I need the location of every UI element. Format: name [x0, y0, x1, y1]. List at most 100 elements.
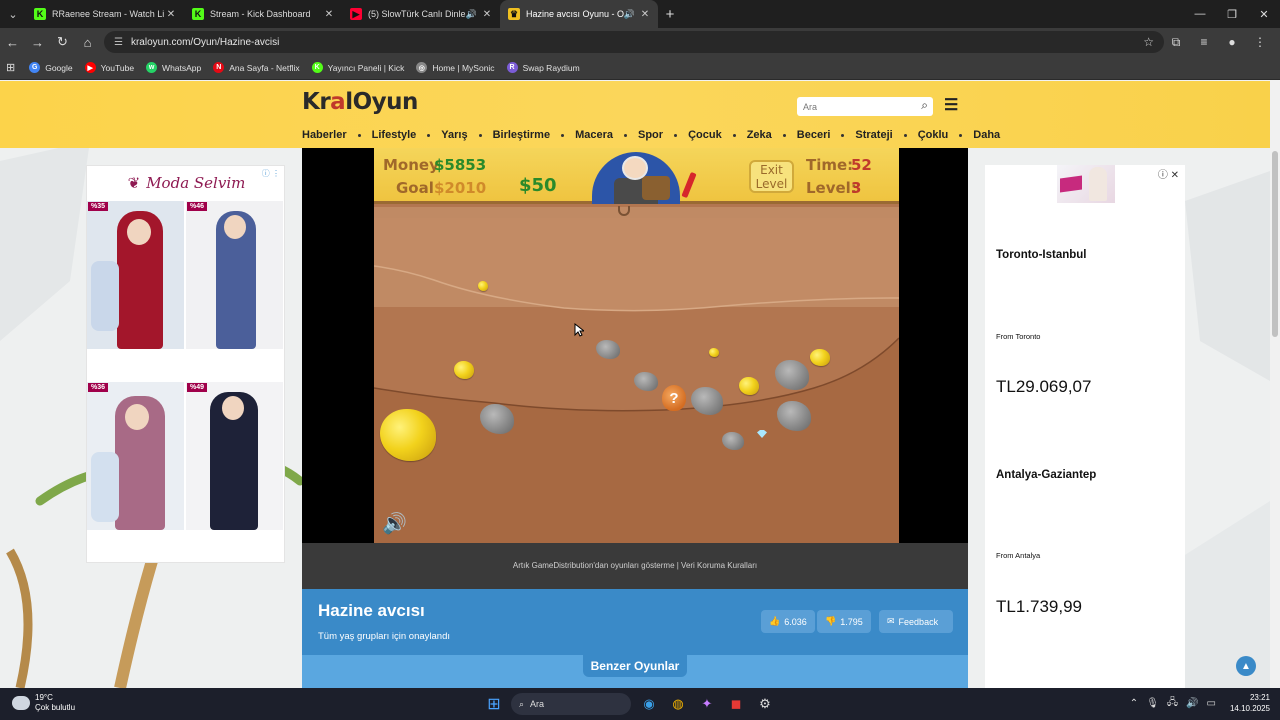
bookmark-item[interactable]: w WhatsApp: [146, 62, 201, 73]
bookmark-item[interactable]: G Google: [29, 62, 73, 73]
bookmark-item[interactable]: ◎ Home | MySonic: [416, 62, 495, 73]
logo-text: Kr: [302, 89, 331, 115]
ad-product-tile[interactable]: %35: [87, 201, 184, 349]
taskbar-search[interactable]: ⌕ Ara: [511, 693, 631, 715]
nav-link[interactable]: Çoklu: [918, 129, 949, 141]
browser-tab[interactable]: K Stream - Kick Dashboard ✕: [184, 0, 342, 28]
nav-link[interactable]: Zeka: [747, 129, 772, 141]
copilot-icon[interactable]: ✦: [695, 692, 719, 716]
nav-link[interactable]: Strateji: [855, 129, 892, 141]
nav-link[interactable]: Haberler: [302, 129, 347, 141]
extensions-icon[interactable]: ⧉: [1162, 35, 1190, 50]
scrollbar-thumb[interactable]: [1272, 151, 1278, 337]
game-canvas[interactable]: Money $5853 Goal $2010 $50 Exit Level Ti…: [374, 148, 899, 543]
nav-separator: [624, 133, 627, 137]
nav-link[interactable]: Macera: [575, 129, 613, 141]
taskbar-clock[interactable]: 23:21 14.10.2025: [1230, 692, 1270, 714]
volume-icon[interactable]: 🔊: [1186, 698, 1198, 709]
dynamite-icon[interactable]: [681, 171, 697, 199]
scroll-to-top-button[interactable]: ▲: [1236, 656, 1256, 676]
tab-close-icon[interactable]: ✕: [638, 9, 652, 20]
logo-text: lOyun: [345, 89, 418, 115]
nav-link[interactable]: Çocuk: [688, 129, 722, 141]
gamedistribution-notice[interactable]: Artık GameDistribution'dan oyunları göst…: [302, 543, 968, 589]
chrome-browser-icon[interactable]: ◍: [666, 692, 690, 716]
bookmark-favicon-icon: ▶: [84, 62, 96, 73]
nav-link[interactable]: Yarış: [441, 129, 467, 141]
page-scrollbar[interactable]: [1270, 81, 1280, 688]
ad-left-moda-selvim[interactable]: ❦ Moda Selvim ⓘ ⋮ %35 %46 %36 %49: [86, 165, 285, 563]
apps-grid-icon[interactable]: ⊞: [6, 61, 15, 74]
nav-separator: [732, 133, 736, 137]
site-header: KralOyun Ara ⌕ ☰ Haberler Lifestyle Yarış B…: [0, 81, 1270, 148]
nav-link[interactable]: Beceri: [797, 129, 831, 141]
nav-separator: [427, 133, 431, 137]
tab-close-icon[interactable]: ✕: [480, 9, 494, 20]
media-controls-icon[interactable]: ≡: [1190, 35, 1218, 49]
site-info-icon[interactable]: ☰: [114, 37, 123, 48]
ad-right-flights[interactable]: ⓘ ✕ Toronto-Istanbul From Toronto TL29.0…: [985, 165, 1185, 688]
network-icon[interactable]: 🖧: [1167, 695, 1178, 712]
goal-label: Goal: [396, 179, 434, 197]
bookmark-star-icon[interactable]: ☆: [1143, 35, 1154, 49]
tab-search-chevron-icon[interactable]: ⌄: [0, 0, 26, 28]
gold-nugget-large: [380, 409, 436, 461]
site-search-input[interactable]: Ara ⌕: [797, 97, 933, 116]
tray-overflow-chevron-icon[interactable]: ⌃: [1130, 698, 1138, 709]
nav-link[interactable]: Lifestyle: [372, 129, 417, 141]
search-icon[interactable]: ⌕: [921, 98, 928, 113]
rock-small: [722, 432, 744, 450]
home-icon[interactable]: ⌂: [75, 35, 100, 50]
recording-app-icon[interactable]: ◼: [724, 692, 748, 716]
nav-separator: [674, 133, 678, 137]
tab-favicon-icon: K: [192, 8, 204, 20]
ad-info-icon[interactable]: ⓘ ⋮: [262, 168, 280, 179]
restore-icon[interactable]: ❐: [1216, 0, 1248, 28]
bookmark-item[interactable]: K Yayıncı Paneli | Kick: [311, 62, 404, 73]
ad-product-tile[interactable]: %46: [186, 201, 283, 349]
exit-level-button[interactable]: Exit Level: [749, 160, 794, 193]
weather-widget[interactable]: 19°C Çok bulutlu: [12, 693, 75, 713]
similar-games-tab[interactable]: Benzer Oyunlar: [583, 655, 687, 677]
browser-tab[interactable]: ♛ Hazine avcısı Oyunu - Onli 🔊 ✕: [500, 0, 658, 28]
close-window-icon[interactable]: ✕: [1248, 0, 1280, 28]
minimize-icon[interactable]: —: [1184, 0, 1216, 28]
address-bar[interactable]: ☰ kraloyun.com/Oyun/Hazine-avcisi ☆: [104, 31, 1164, 53]
menu-search-icon[interactable]: ☰: [944, 95, 958, 115]
tab-title: (5) SlowTürk Canlı Dinle: [368, 9, 466, 19]
windows-start-icon[interactable]: ⊞: [482, 692, 506, 716]
new-tab-button[interactable]: +: [658, 6, 682, 23]
like-button[interactable]: 👍 6.036: [761, 610, 815, 633]
bookmark-label: WhatsApp: [162, 62, 202, 73]
menu-dots-icon[interactable]: ⋮: [1246, 35, 1274, 49]
nav-link[interactable]: Spor: [638, 129, 663, 141]
ad-close-icon[interactable]: ⓘ ✕: [1158, 166, 1179, 181]
nav-link[interactable]: Daha: [973, 129, 1000, 141]
ad-product-tile[interactable]: %49: [186, 382, 283, 530]
back-arrow-icon[interactable]: ←: [0, 35, 25, 50]
dislike-button[interactable]: 👎 1.795: [817, 610, 871, 633]
feedback-button[interactable]: ✉ Feedback: [879, 610, 953, 633]
tab-close-icon[interactable]: ✕: [322, 9, 336, 20]
bookmark-item[interactable]: R Swap Raydium: [506, 62, 580, 73]
tab-title: RRaenee Stream - Watch Live o: [52, 9, 164, 19]
forward-arrow-icon[interactable]: →: [25, 35, 50, 50]
battery-icon[interactable]: ▭: [1207, 698, 1216, 709]
ad-product-tile[interactable]: %36: [87, 382, 184, 530]
browser-tab[interactable]: K RRaenee Stream - Watch Live o✕: [26, 0, 184, 28]
edge-browser-icon[interactable]: ◉: [637, 692, 661, 716]
bookmark-item[interactable]: N Ana Sayfa - Netflix: [213, 62, 300, 73]
bookmark-item[interactable]: ▶ YouTube: [84, 62, 134, 73]
sound-toggle-icon[interactable]: 🔊: [382, 511, 407, 536]
nav-link[interactable]: Birleştirme: [493, 129, 550, 141]
discount-badge: %35: [88, 202, 109, 211]
site-logo[interactable]: KralOyun: [302, 89, 418, 115]
tab-audio-icon[interactable]: 🔊: [624, 9, 635, 20]
microphone-icon[interactable]: 🎙: [1146, 698, 1159, 709]
browser-tab[interactable]: ▶ (5) SlowTürk Canlı Dinle 🔊 ✕: [342, 0, 500, 28]
reload-icon[interactable]: ↻: [50, 34, 75, 50]
tab-close-icon[interactable]: ✕: [164, 9, 178, 20]
profile-icon[interactable]: ●: [1218, 35, 1246, 49]
settings-gear-icon[interactable]: ⚙: [753, 692, 777, 716]
tab-audio-icon[interactable]: 🔊: [466, 9, 477, 20]
